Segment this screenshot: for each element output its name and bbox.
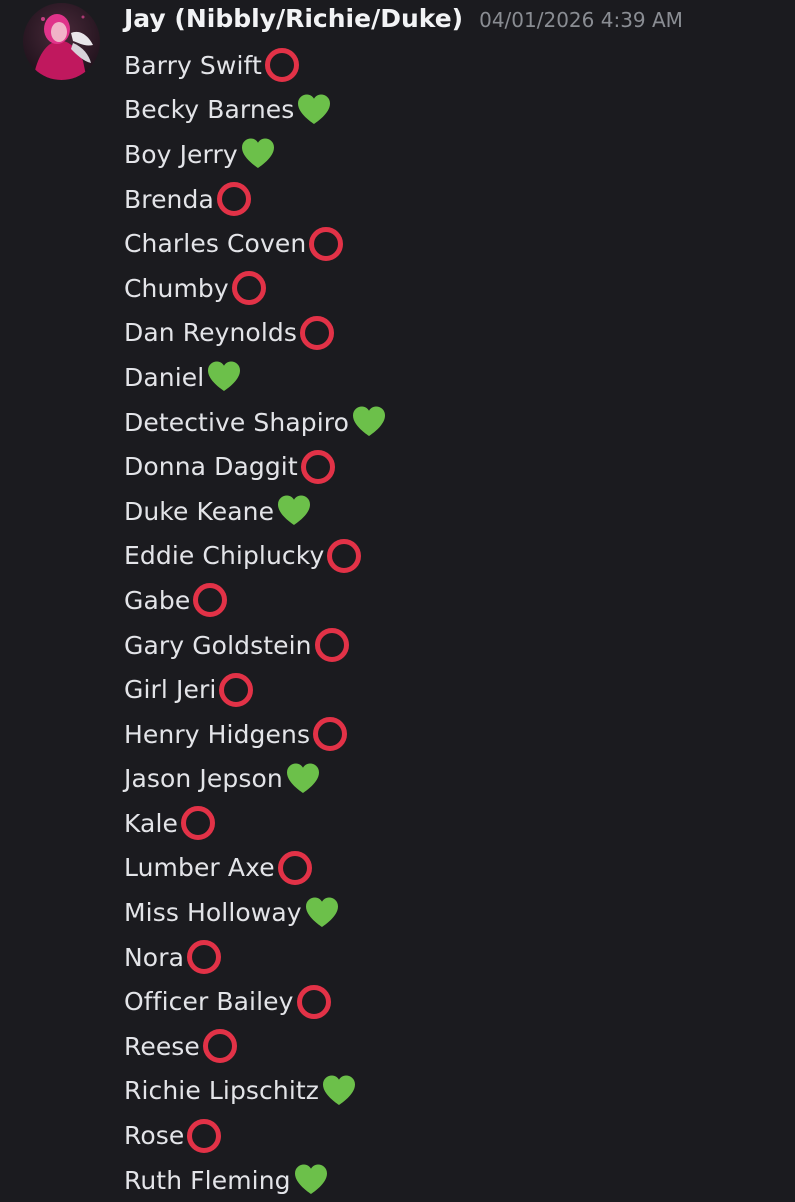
list-item-name: Donna Daggit	[124, 452, 298, 482]
list-item: Nora	[124, 935, 784, 980]
list-item-name: Miss Holloway	[124, 898, 302, 928]
green-heart-icon	[283, 759, 323, 799]
list-item: Boy Jerry	[124, 132, 784, 177]
list-item: Rose	[124, 1113, 784, 1158]
message-content: Barry Swift Becky Barnes Boy Jerry Brenda Ch…	[124, 43, 784, 1202]
list-item: Girl Jeri	[124, 667, 784, 712]
list-item-name: Duke Keane	[124, 496, 275, 526]
green-heart-icon	[349, 402, 389, 442]
list-item-name: Ruth Fleming	[124, 1165, 291, 1195]
list-item-name: Daniel	[124, 362, 205, 392]
list-item-name: Charles Coven	[124, 229, 307, 259]
avatar-image-icon	[23, 3, 100, 80]
list-item-name: Eddie Chiplucky	[124, 541, 325, 571]
list-item-name: Becky Barnes	[124, 95, 295, 125]
green-heart-icon	[274, 491, 314, 531]
green-heart-icon	[291, 1160, 331, 1200]
hollow-red-circle-icon	[216, 670, 256, 710]
green-heart-icon	[204, 357, 244, 397]
list-item: Ruth Fleming	[124, 1158, 784, 1202]
hollow-red-circle-icon	[184, 937, 224, 977]
list-item-name: Nora	[124, 942, 184, 972]
list-item-name: Gary Goldstein	[124, 630, 312, 660]
list-item: Reese	[124, 1024, 784, 1069]
message-header: Jay (Nibbly/Richie/Duke) 04/01/2026 4:39…	[124, 4, 683, 44]
list-item-name: Dan Reynolds	[124, 318, 297, 348]
list-item-name: Rose	[124, 1121, 185, 1151]
list-item-name: Chumby	[124, 273, 229, 303]
list-item: Miss Holloway	[124, 890, 784, 935]
hollow-red-circle-icon	[178, 803, 218, 843]
list-item-name: Henry Hidgens	[124, 719, 311, 749]
hollow-red-circle-icon	[312, 625, 352, 665]
avatar[interactable]	[23, 3, 100, 80]
hollow-red-circle-icon	[294, 982, 334, 1022]
list-item: Henry Hidgens	[124, 712, 784, 757]
message-timestamp[interactable]: 04/01/2026 4:39 AM	[479, 8, 683, 32]
hollow-red-circle-icon	[184, 1116, 224, 1156]
hollow-red-circle-icon	[275, 848, 315, 888]
list-item-name: Detective Shapiro	[124, 407, 350, 437]
hollow-red-circle-icon	[298, 447, 338, 487]
green-heart-icon	[319, 1071, 359, 1111]
hollow-red-circle-icon	[324, 536, 364, 576]
list-item: Dan Reynolds	[124, 311, 784, 356]
hollow-red-circle-icon	[190, 580, 230, 620]
hollow-red-circle-icon	[229, 268, 269, 308]
list-item: Lumber Axe	[124, 846, 784, 891]
list-item: Chumby	[124, 266, 784, 311]
list-item-name: Gabe	[124, 585, 191, 615]
list-item-name: Boy Jerry	[124, 139, 238, 169]
list-item: Gary Goldstein	[124, 623, 784, 668]
list-item: Gabe	[124, 578, 784, 623]
list-item: Jason Jepson	[124, 757, 784, 802]
list-item-name: Jason Jepson	[124, 764, 283, 794]
list-item: Barry Swift	[124, 43, 784, 88]
list-item-name: Reese	[124, 1031, 200, 1061]
author-username[interactable]: Jay (Nibbly/Richie/Duke)	[124, 4, 463, 33]
chat-message: Jay (Nibbly/Richie/Duke) 04/01/2026 4:39…	[0, 0, 795, 1200]
list-item: Kale	[124, 801, 784, 846]
green-heart-icon	[302, 893, 342, 933]
list-item: Charles Coven	[124, 221, 784, 266]
green-heart-icon	[238, 134, 278, 174]
green-heart-icon	[294, 90, 334, 130]
list-item: Donna Daggit	[124, 444, 784, 489]
list-item: Duke Keane	[124, 489, 784, 534]
hollow-red-circle-icon	[262, 45, 302, 85]
list-item-name: Lumber Axe	[124, 853, 275, 883]
list-item: Daniel	[124, 355, 784, 400]
list-item-name: Richie Lipschitz	[124, 1076, 320, 1106]
list-item: Becky Barnes	[124, 88, 784, 133]
list-item-name: Officer Bailey	[124, 987, 294, 1017]
list-item: Detective Shapiro	[124, 400, 784, 445]
hollow-red-circle-icon	[306, 224, 346, 264]
hollow-red-circle-icon	[200, 1026, 240, 1066]
list-item-name: Girl Jeri	[124, 675, 217, 705]
hollow-red-circle-icon	[214, 179, 254, 219]
list-item-name: Kale	[124, 808, 179, 838]
hollow-red-circle-icon	[297, 313, 337, 353]
list-item-name: Brenda	[124, 184, 214, 214]
list-item: Richie Lipschitz	[124, 1069, 784, 1114]
hollow-red-circle-icon	[310, 714, 350, 754]
list-item: Brenda	[124, 177, 784, 222]
list-item-name: Barry Swift	[124, 50, 262, 80]
list-item: Eddie Chiplucky	[124, 534, 784, 579]
list-item: Officer Bailey	[124, 979, 784, 1024]
